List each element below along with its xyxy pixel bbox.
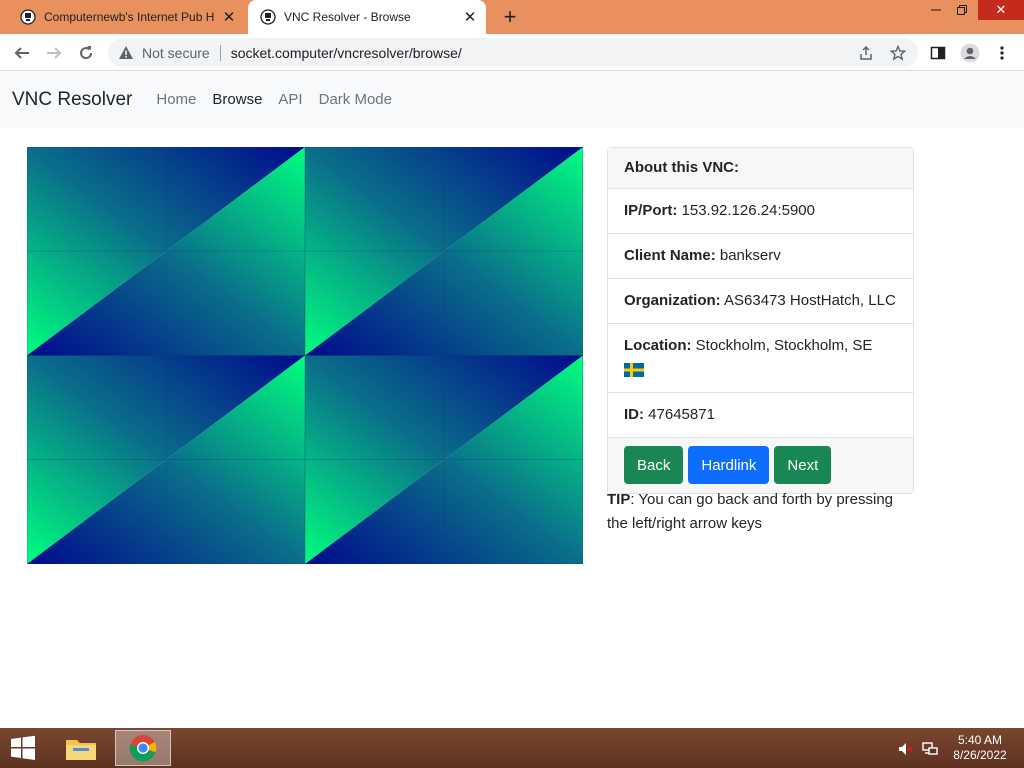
share-icon[interactable] xyxy=(852,39,880,67)
nav-api[interactable]: API xyxy=(278,91,302,108)
sweden-flag-icon xyxy=(624,363,644,378)
row-value: AS63473 HostHatch, LLC xyxy=(724,292,896,309)
row-ip-port: IP/Port: 153.92.126.24:5900 xyxy=(608,189,913,234)
tab-title: Computernewb's Internet Pub H xyxy=(44,10,215,24)
windows-start-icon[interactable] xyxy=(6,735,40,761)
new-tab-button[interactable]: + xyxy=(498,4,522,29)
row-organization: Organization: AS63473 HostHatch, LLC xyxy=(608,279,913,324)
reload-icon[interactable] xyxy=(72,39,100,67)
tip-text: TIP: You can go back and forth by pressi… xyxy=(607,488,917,536)
row-label: Location: xyxy=(624,337,692,354)
row-value: 153.92.126.24:5900 xyxy=(681,202,815,219)
window-close-icon[interactable]: ✕ xyxy=(978,0,1024,20)
side-panel-icon[interactable] xyxy=(924,39,952,67)
forward-arrow-icon[interactable] xyxy=(40,39,68,67)
warning-icon xyxy=(119,45,133,59)
volume-muted-icon[interactable] xyxy=(897,740,915,758)
minimize-icon[interactable] xyxy=(922,0,950,20)
row-value: Stockholm, Stockholm, SE xyxy=(695,337,873,354)
back-arrow-icon[interactable] xyxy=(8,39,36,67)
browser-tab-strip: Computernewb's Internet Pub H ✕ VNC Reso… xyxy=(0,0,1024,34)
card-footer: Back Hardlink Next xyxy=(608,438,913,493)
network-icon[interactable] xyxy=(921,740,939,758)
star-icon[interactable] xyxy=(884,39,912,67)
close-icon[interactable]: ✕ xyxy=(221,9,237,26)
row-label: Client Name: xyxy=(624,247,716,264)
nav-home[interactable]: Home xyxy=(156,91,196,108)
tip-label: TIP xyxy=(607,491,631,508)
row-value: bankserv xyxy=(719,247,781,264)
site-navbar: VNC Resolver Home Browse API Dark Mode xyxy=(0,71,1024,128)
profile-avatar-icon[interactable] xyxy=(956,39,984,67)
tab-vnc-resolver[interactable]: VNC Resolver - Browse ✕ xyxy=(248,0,486,34)
system-clock[interactable]: 5:40 AM 8/26/2022 xyxy=(944,733,1016,763)
url-text: socket.computer/vncresolver/browse/ xyxy=(230,44,462,61)
pub-favicon-icon xyxy=(260,9,276,25)
row-value: 47645871 xyxy=(648,406,715,423)
row-label: IP/Port: xyxy=(624,202,678,219)
file-explorer-icon[interactable] xyxy=(53,730,109,766)
taskbar: 5:40 AM 8/26/2022 xyxy=(0,728,1024,768)
restore-icon[interactable] xyxy=(948,0,976,20)
next-button[interactable]: Next xyxy=(774,446,832,484)
address-bar[interactable]: Not secure socket.computer/vncresolver/b… xyxy=(108,38,918,67)
back-button[interactable]: Back xyxy=(624,446,684,484)
tab-internet-pub[interactable]: Computernewb's Internet Pub H ✕ xyxy=(8,0,245,34)
browser-toolbar: Not secure socket.computer/vncresolver/b… xyxy=(0,34,1024,71)
clock-time: 5:40 AM xyxy=(957,733,1003,747)
chrome-taskbar-icon[interactable] xyxy=(115,730,171,766)
row-id: ID: 47645871 xyxy=(608,393,913,438)
hardlink-button[interactable]: Hardlink xyxy=(688,446,770,484)
tab-title: VNC Resolver - Browse xyxy=(284,10,411,24)
menu-kebab-icon[interactable] xyxy=(988,39,1016,67)
clock-date: 8/26/2022 xyxy=(953,748,1007,762)
nav-dark-mode[interactable]: Dark Mode xyxy=(319,91,392,108)
close-icon[interactable]: ✕ xyxy=(462,9,478,26)
vnc-info-card: About this VNC: IP/Port: 153.92.126.24:5… xyxy=(607,147,914,494)
tip-body: : You can go back and forth by pressing … xyxy=(607,491,894,532)
vnc-screenshot xyxy=(27,147,583,564)
pub-favicon-icon xyxy=(20,9,36,25)
row-label: Organization: xyxy=(624,292,721,309)
nav-browse[interactable]: Browse xyxy=(212,91,262,108)
row-location: Location: Stockholm, Stockholm, SE xyxy=(608,324,913,393)
site-brand[interactable]: VNC Resolver xyxy=(12,89,132,111)
security-label: Not secure xyxy=(142,44,210,61)
row-label: ID: xyxy=(624,406,644,423)
row-client-name: Client Name: bankserv xyxy=(608,234,913,279)
card-header: About this VNC: xyxy=(608,148,913,189)
divider xyxy=(219,44,221,61)
